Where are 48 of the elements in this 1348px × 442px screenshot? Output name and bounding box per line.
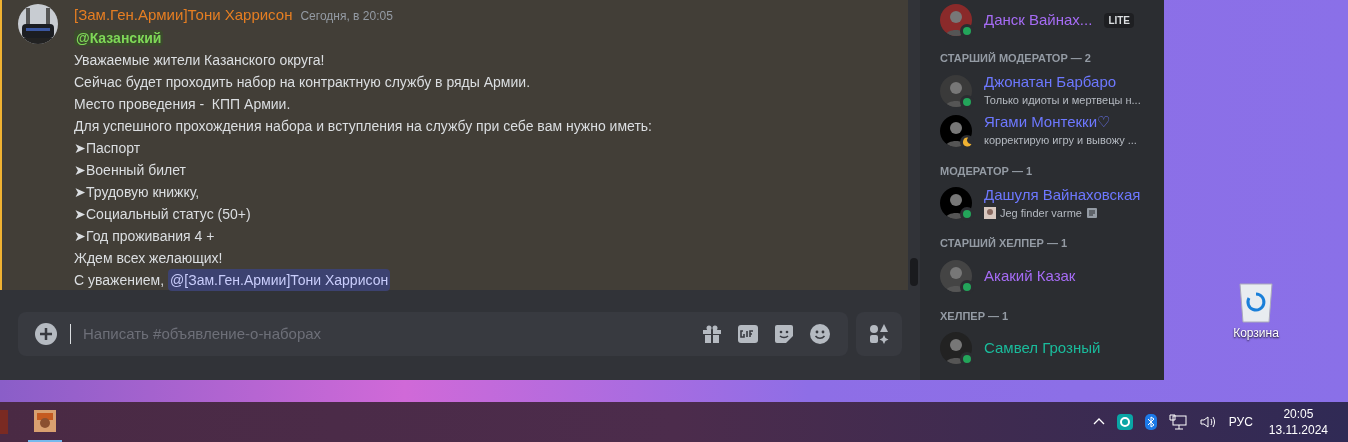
- gif-icon[interactable]: [736, 322, 760, 346]
- message-text: С уважением,: [74, 271, 165, 290]
- message-text: ➤Паспорт: [74, 139, 142, 158]
- role-header: СТАРШИЙ ХЕЛПЕР — 1: [940, 236, 1069, 251]
- message-text: ➤Трудовую книжку,: [74, 183, 201, 202]
- language-indicator[interactable]: РУС: [1228, 413, 1253, 431]
- clock[interactable]: 20:05 13.11.2024: [1264, 406, 1332, 438]
- message-text: Ждем всех желающих!: [74, 249, 224, 268]
- member-name[interactable]: Акакий Казак: [984, 265, 1076, 286]
- message-text: ➤Военный билет: [74, 161, 187, 180]
- message-timestamp: Сегодня, в 20:05: [300, 8, 393, 25]
- custom-status: Только идиоты и мертвецы н...: [984, 93, 1141, 109]
- emoji-icon[interactable]: [808, 322, 832, 346]
- message-text: Для успешного прохождения набора и вступления на службу при себе вам нужно иметь:: [74, 117, 652, 136]
- recycle-bin-icon[interactable]: [1236, 280, 1276, 324]
- antivirus-icon[interactable]: [1116, 414, 1133, 430]
- user-mention[interactable]: @[Зам.Ген.Армии]Тони Харрисон: [168, 269, 391, 291]
- message-text: ➤Год проживания 4 +: [74, 227, 216, 246]
- apps-icon: [867, 322, 891, 346]
- scrollbar-thumb[interactable]: [910, 258, 918, 286]
- message-placeholder: Написать #объявление-о-наборах: [83, 323, 323, 344]
- custom-status: Jeg finder varme: [1000, 205, 1082, 221]
- author-name[interactable]: [Зам.Ген.Армии]Тони Харрисон: [74, 4, 293, 26]
- role-header: СТАРШИЙ МОДЕРАТОР — 2: [940, 51, 1092, 66]
- add-icon[interactable]: [34, 322, 58, 346]
- message-field[interactable]: Написать #объявление-о-наборах: [18, 312, 848, 356]
- message-text: Место проведения - КПП Армии.: [74, 95, 292, 114]
- desktop-icon-label[interactable]: Корзина: [1233, 324, 1279, 342]
- member-name[interactable]: Джонатан Барбаро: [984, 72, 1141, 93]
- bluetooth-icon[interactable]: [1144, 414, 1157, 430]
- message-text: ➤Социальный статус (50+): [74, 205, 252, 224]
- note-icon: [1085, 207, 1098, 219]
- lite-badge: LITE: [1104, 12, 1135, 28]
- speaker-icon[interactable]: [1198, 414, 1217, 430]
- role-header: МОДЕРАТОР — 1: [940, 163, 1034, 179]
- message-text: Сейчас будет проходить набор на контрактную службу в ряды Армии.: [74, 73, 532, 92]
- app-icon[interactable]: [34, 410, 56, 432]
- member-name[interactable]: Ягами Монтекки♡: [984, 112, 1137, 133]
- network-icon[interactable]: [1168, 414, 1187, 430]
- role-header: ХЕЛПЕР — 1: [940, 308, 1010, 324]
- apps-button[interactable]: [856, 312, 902, 356]
- custom-status: корректирую игру и вывожу ...: [984, 133, 1137, 149]
- role-mention[interactable]: @Казанский: [74, 30, 164, 46]
- message-text: Уважаемые жители Казанского округа!: [74, 51, 326, 70]
- member-name[interactable]: Данск Вайнах...: [984, 8, 1093, 32]
- member-name[interactable]: Самвел Грозный: [984, 338, 1101, 358]
- sticker-icon[interactable]: [772, 322, 796, 346]
- member-name[interactable]: Дашуля Вайнаховская: [984, 184, 1141, 205]
